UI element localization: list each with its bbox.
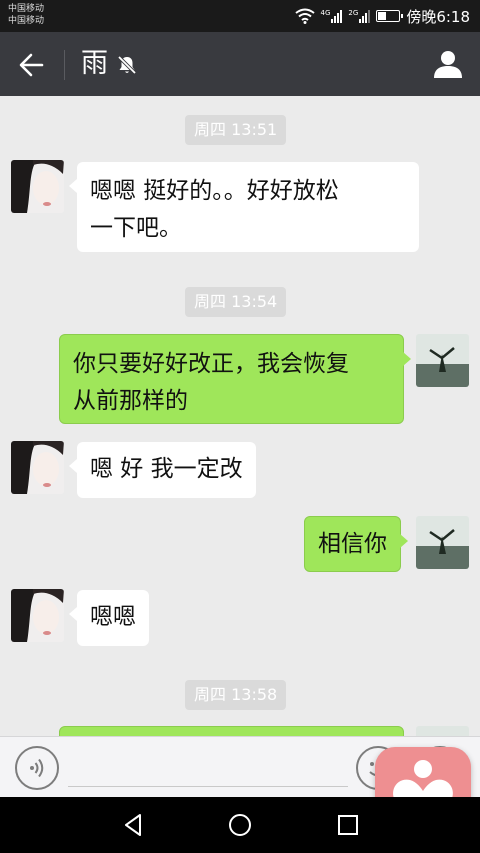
message-line: 从前那样的 (73, 388, 188, 414)
timestamp: 周四 13:54 (185, 287, 287, 317)
battery-icon (376, 10, 404, 22)
timestamp: 周四 13:51 (185, 115, 287, 145)
wifi-icon (294, 8, 315, 24)
message-line: 嗯 好 我一定改 (90, 456, 243, 482)
outgoing-message[interactable] (59, 726, 404, 736)
message-line: 嗯嗯 挺好的。。好好放松 (90, 178, 339, 204)
message-line: 嗯嗯 (90, 604, 136, 630)
status-icons: 4G 2G 傍晚6:18 (294, 6, 470, 26)
status-bar: 中国移动 中国移动 4G 2G 傍晚6:18 (0, 0, 480, 32)
network-type-1: 4G (320, 9, 331, 17)
chat-area[interactable]: 周四 13:51 嗯嗯 挺好的。。好好放松 一下吧。 周四 13:54 你只要好… (0, 96, 480, 736)
incoming-message[interactable]: 嗯 好 我一定改 (69, 442, 256, 498)
carrier-1: 中国移动 (8, 4, 45, 14)
contact-avatar[interactable] (11, 160, 64, 213)
nav-recent-icon[interactable] (333, 810, 363, 840)
back-arrow-icon[interactable] (16, 50, 46, 80)
carrier-info: 中国移动 中国移动 (8, 3, 44, 27)
signal-2-icon (359, 9, 371, 23)
incoming-message[interactable]: 嗯嗯 (69, 590, 149, 646)
incoming-message[interactable]: 嗯嗯 挺好的。。好好放松 一下吧。 (69, 162, 419, 252)
profile-icon[interactable] (432, 48, 464, 80)
contact-avatar[interactable] (11, 441, 64, 494)
outgoing-message[interactable]: 你只要好好改正，我会恢复 从前那样的 (59, 334, 411, 424)
my-avatar[interactable] (416, 726, 469, 736)
contact-avatar[interactable] (11, 589, 64, 642)
nav-back-icon[interactable] (118, 810, 148, 840)
chat-title: 雨 (81, 48, 108, 79)
outgoing-message[interactable]: 相信你 (304, 516, 408, 572)
voice-icon (30, 758, 44, 778)
header-divider (64, 50, 65, 80)
my-avatar[interactable] (416, 334, 469, 387)
message-input[interactable] (68, 749, 348, 787)
signal-1-icon (331, 9, 343, 23)
network-type-2: 2G (348, 9, 359, 17)
message-line: 相信你 (318, 531, 387, 557)
timestamp: 周四 13:58 (185, 680, 287, 710)
message-line: 你只要好好改正，我会恢复 (73, 351, 349, 377)
carrier-2: 中国移动 (8, 16, 45, 26)
chat-header: 雨 (0, 32, 480, 96)
nav-home-icon[interactable] (225, 810, 255, 840)
voice-button[interactable] (15, 746, 59, 790)
status-time: 傍晚6:18 (406, 7, 470, 26)
message-line: 一下吧。 (90, 215, 182, 241)
my-avatar[interactable] (416, 516, 469, 569)
navigation-bar (0, 797, 480, 853)
mute-bell-icon (117, 55, 137, 75)
